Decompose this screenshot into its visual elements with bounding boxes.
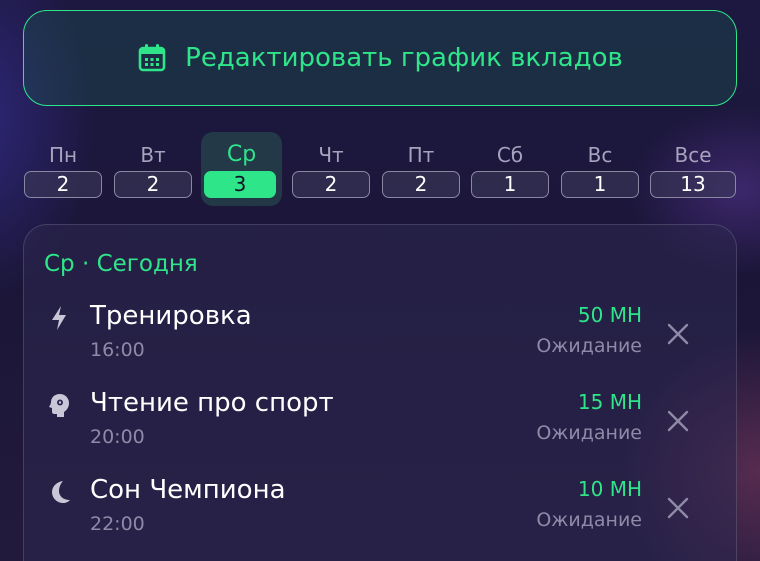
item-amount: 15 МН	[577, 390, 642, 414]
day-tab-all[interactable]: Все 13	[650, 140, 736, 206]
day-count-badge: 2	[114, 171, 192, 198]
day-count-badge: 2	[24, 171, 102, 198]
edit-schedule-label: Редактировать график вкладов	[185, 43, 623, 73]
schedule-item: Чтение про спорт 20:00 15 МН Ожидание	[24, 386, 738, 466]
item-name: Тренировка	[90, 301, 252, 331]
day-name: Пн	[48, 143, 78, 167]
day-tab-tue[interactable]: Вт 2	[114, 140, 192, 206]
day-tab-sat[interactable]: Сб 1	[471, 140, 549, 206]
lightning-icon	[52, 306, 66, 330]
day-tab-sun[interactable]: Вс 1	[561, 140, 639, 206]
day-count-badge: 3	[204, 171, 276, 198]
brain-icon	[49, 394, 69, 417]
day-count-badge: 2	[382, 171, 460, 198]
day-name: Ср	[226, 142, 257, 167]
day-name: Вс	[587, 143, 613, 167]
close-icon[interactable]	[665, 495, 691, 521]
item-time: 16:00	[90, 339, 145, 361]
close-icon[interactable]	[665, 321, 691, 347]
item-status: Ожидание	[536, 422, 642, 444]
day-name: Все	[674, 143, 712, 167]
day-count-badge: 1	[471, 171, 549, 198]
day-schedule-panel: Ср · Сегодня Тренировка 16:00 50 МН Ожид…	[23, 224, 737, 561]
day-name: Вт	[140, 143, 166, 167]
day-count-badge: 1	[561, 171, 639, 198]
close-icon[interactable]	[665, 408, 691, 434]
item-amount: 10 МН	[577, 477, 642, 501]
schedule-item: Сон Чемпиона 22:00 10 МН Ожидание	[24, 473, 738, 553]
calendar-icon	[138, 44, 166, 72]
item-amount: 50 МН	[577, 303, 642, 327]
day-name: Пт	[407, 143, 435, 167]
day-count-badge: 13	[650, 171, 736, 198]
panel-title: Ср · Сегодня	[44, 251, 198, 277]
item-name: Сон Чемпиона	[90, 475, 286, 505]
day-tab-fri[interactable]: Пт 2	[382, 140, 460, 206]
schedule-item: Тренировка 16:00 50 МН Ожидание	[24, 299, 738, 379]
day-tab-wed[interactable]: Ср 3	[201, 132, 282, 206]
day-name: Сб	[496, 143, 524, 167]
edit-schedule-button[interactable]: Редактировать график вкладов	[23, 10, 737, 106]
day-count-badge: 2	[292, 171, 370, 198]
item-time: 20:00	[90, 426, 145, 448]
item-status: Ожидание	[536, 335, 642, 357]
day-name: Чт	[318, 143, 344, 167]
day-tab-mon[interactable]: Пн 2	[24, 140, 102, 206]
day-selector: Пн 2 Вт 2 Ср 3 Чт 2 Пт 2 Сб 1 Вс 1 Все 1…	[24, 132, 736, 206]
moon-icon	[52, 481, 70, 503]
item-time: 22:00	[90, 513, 145, 535]
day-tab-thu[interactable]: Чт 2	[292, 140, 370, 206]
item-status: Ожидание	[536, 509, 642, 531]
item-name: Чтение про спорт	[90, 388, 334, 418]
